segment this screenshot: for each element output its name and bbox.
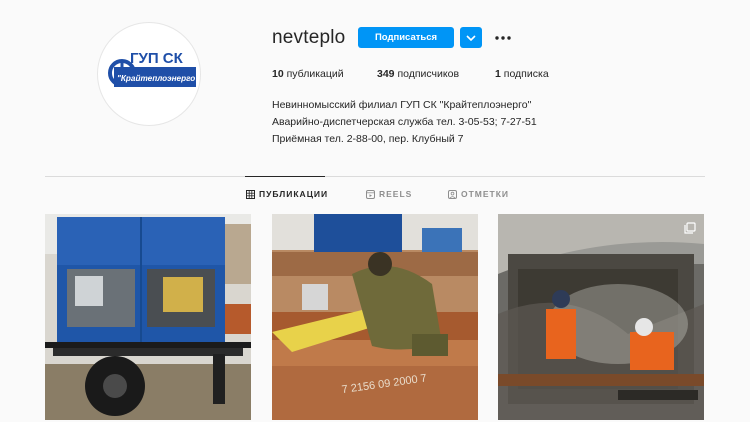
reels-icon	[366, 189, 375, 199]
followers-stat[interactable]: 349 подписчиков	[377, 68, 459, 80]
post-thumbnail-trench[interactable]	[498, 214, 704, 420]
multi-photo-icon	[684, 222, 696, 234]
profile-username: nevteplo	[272, 27, 346, 48]
company-logo: ГУП СК "Крайтеплоэнерго"	[108, 50, 199, 87]
tabs-divider	[45, 176, 705, 177]
svg-text:"Крайтеплоэнерго": "Крайтеплоэнерго"	[117, 74, 199, 83]
tab-tagged-label: ОТМЕТКИ	[461, 189, 510, 199]
trench-photo	[498, 214, 704, 420]
svg-text:ГУП СК: ГУП СК	[130, 50, 184, 67]
posts-label: публикаций	[286, 68, 344, 80]
active-tab-indicator	[245, 176, 325, 177]
post-thumbnail-welding[interactable]: 7 2156 09 2000 7	[272, 214, 478, 420]
tab-tagged[interactable]: ОТМЕТКИ	[448, 189, 509, 199]
following-count: 1	[495, 68, 501, 80]
bio-line: Аварийно-диспетчерская служба тел. 3-05-…	[272, 116, 537, 128]
tab-reels-label: REELS	[379, 189, 413, 199]
post-thumbnail-generator[interactable]	[45, 214, 251, 420]
profile-bio: Невинномысский филиал ГУП СК "Крайтеплоэ…	[272, 97, 537, 148]
generator-photo	[45, 214, 251, 420]
bio-line: Невинномысский филиал ГУП СК "Крайтеплоэ…	[272, 99, 532, 111]
tab-reels[interactable]: REELS	[366, 189, 412, 199]
tab-posts[interactable]: ПУБЛИКАЦИИ	[246, 189, 328, 199]
followers-label: подписчиков	[397, 68, 460, 80]
grid-icon	[246, 189, 255, 199]
more-options-button[interactable]	[492, 28, 514, 47]
followers-count: 349	[377, 68, 395, 80]
tab-posts-label: ПУБЛИКАЦИИ	[259, 189, 329, 199]
welding-photo: 7 2156 09 2000 7	[272, 214, 478, 420]
profile-avatar[interactable]: ГУП СК "Крайтеплоэнерго"	[97, 22, 201, 126]
chevron-down-icon	[466, 34, 476, 41]
suggestions-dropdown-button[interactable]	[460, 27, 482, 48]
following-stat[interactable]: 1 подписка	[495, 68, 549, 80]
posts-stat: 10 публикаций	[272, 68, 344, 80]
tagged-icon	[448, 189, 457, 199]
posts-count: 10	[272, 68, 284, 80]
follow-button[interactable]: Подписаться	[358, 27, 454, 48]
more-dots-icon	[495, 35, 511, 40]
bio-line: Приёмная тел. 2-88-00, пер. Клубный 7	[272, 133, 464, 145]
following-label: подписка	[503, 68, 549, 80]
